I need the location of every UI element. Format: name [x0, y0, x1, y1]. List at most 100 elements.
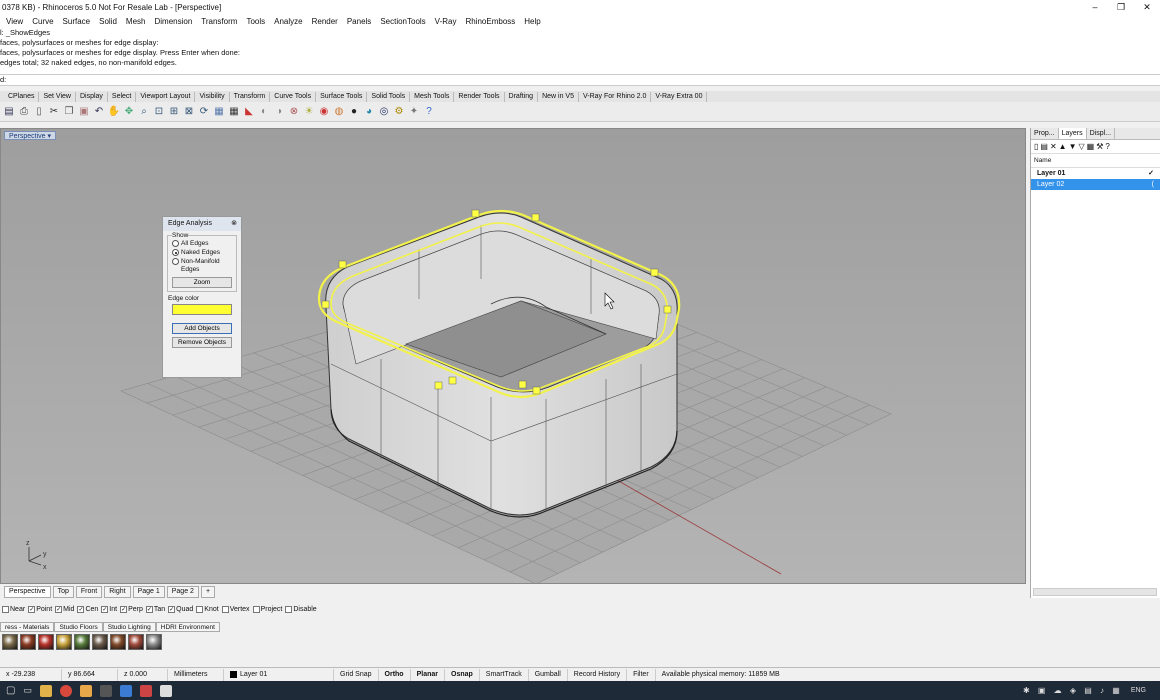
tab-properties[interactable]: Prop... [1031, 128, 1059, 139]
toolbar-tab-surface-tools[interactable]: Surface Tools [316, 91, 368, 102]
material-tab[interactable]: ress - Materials [0, 622, 55, 632]
planar-toggle[interactable]: Planar [411, 668, 445, 681]
tab-display[interactable]: Displ... [1087, 128, 1116, 139]
grid-icon[interactable]: ▦ [227, 105, 241, 119]
new-sublayer-icon[interactable]: ▤ [1040, 142, 1048, 151]
media-icon[interactable] [119, 684, 132, 697]
panel-scrollbar[interactable] [1033, 588, 1157, 596]
file-explorer-icon[interactable] [39, 684, 52, 697]
naked-edges-radio[interactable]: Naked Edges [172, 249, 232, 257]
toolbar-tab-select[interactable]: Select [108, 91, 137, 102]
minimize-button[interactable]: – [1082, 0, 1108, 14]
toolbar-tab-solid-tools[interactable]: Solid Tools [367, 91, 411, 102]
menu-tools[interactable]: Tools [246, 17, 265, 26]
menu-help[interactable]: Help [524, 17, 540, 26]
four-views-icon[interactable]: ▦ [212, 105, 226, 119]
zoom-selected-icon[interactable]: ⊠ [182, 105, 196, 119]
new-layer-icon[interactable]: ▯ [1034, 142, 1038, 151]
toolbar-tab-viewport-layout[interactable]: Viewport Layout [136, 91, 196, 102]
material-swatch[interactable] [146, 634, 162, 650]
osnap-quad[interactable]: ✓ Quad [168, 606, 193, 613]
menu-dimension[interactable]: Dimension [154, 17, 192, 26]
menu-render[interactable]: Render [312, 17, 338, 26]
car-icon[interactable]: ◣ [242, 105, 256, 119]
menu-curve[interactable]: Curve [32, 17, 53, 26]
toolbar-tab-v-ray-extra-00[interactable]: V-Ray Extra 00 [651, 91, 708, 102]
cut-icon[interactable]: ✂ [47, 105, 61, 119]
osnap-checkbox[interactable]: ✓ [145, 606, 153, 613]
viewport-tab-perspective[interactable]: Perspective [4, 586, 51, 598]
tab-layers[interactable]: Layers [1058, 128, 1087, 139]
osnap-checkbox[interactable] [285, 606, 293, 613]
menu-mesh[interactable]: Mesh [126, 17, 146, 26]
toolbar-tab-new-in-v5[interactable]: New in V5 [538, 91, 579, 102]
menu-sectiontools[interactable]: SectionTools [380, 17, 425, 26]
osnap-checkbox[interactable] [2, 606, 9, 613]
menu-solid[interactable]: Solid [99, 17, 117, 26]
viewport-canvas[interactable]: y x z [1, 129, 1026, 584]
viewport-tab-right[interactable]: Right [104, 586, 131, 598]
paste-icon[interactable]: ▣ [77, 105, 91, 119]
save-icon[interactable]: ▤ [2, 105, 16, 119]
osnap-vertex[interactable]: Vertex [221, 606, 250, 613]
material-swatch[interactable] [20, 634, 36, 650]
toolbar-tab-visibility[interactable]: Visibility [195, 91, 230, 102]
wand-icon[interactable]: ✦ [407, 105, 421, 119]
non-manifold-edges-radio[interactable]: Non-Manifold Edges [172, 258, 232, 274]
zoom-icon[interactable]: ⌕ [137, 105, 151, 119]
current-layer[interactable]: Layer 01 [224, 668, 334, 681]
record-history-toggle[interactable]: Record History [568, 668, 628, 681]
zoom-window-icon[interactable]: ⊡ [152, 105, 166, 119]
menu-analyze[interactable]: Analyze [274, 17, 302, 26]
undo-icon[interactable]: ↶ [92, 105, 106, 119]
osnap-near[interactable]: Near [2, 606, 25, 613]
osnap-disable[interactable]: Disable [285, 606, 317, 613]
osnap-project[interactable]: Project [252, 606, 282, 613]
toolbar-tab-mesh-tools[interactable]: Mesh Tools [410, 91, 455, 102]
sphere-icon[interactable]: ● [347, 105, 361, 119]
task-view-icon[interactable]: ▭ [23, 685, 32, 696]
app2-icon[interactable] [139, 684, 152, 697]
start-icon[interactable]: ▢ [6, 685, 15, 696]
viewport-tab-page-2[interactable]: Page 2 [166, 586, 199, 598]
help-icon[interactable]: ? [422, 105, 436, 119]
help-icon[interactable]: ? [1105, 142, 1109, 151]
chrome-icon[interactable] [59, 684, 72, 697]
osnap-perp[interactable]: ✓ Perp [120, 606, 143, 613]
edge-color-swatch[interactable] [172, 304, 232, 315]
show-icon[interactable]: ◑ [272, 105, 286, 119]
osnap-tan[interactable]: ✓ Tan [145, 606, 165, 613]
viewport-tab-front[interactable]: Front [75, 586, 103, 598]
material-tab[interactable]: Studio Lighting [102, 622, 156, 632]
hide-icon[interactable]: ◐ [257, 105, 271, 119]
osnap-int[interactable]: ✓ Int [101, 606, 117, 613]
rotate-view-icon[interactable]: ⟳ [197, 105, 211, 119]
ortho-toggle[interactable]: Ortho [379, 668, 411, 681]
menu-surface[interactable]: Surface [63, 17, 91, 26]
delete-icon[interactable]: ✕ [1050, 142, 1057, 151]
render-icon[interactable]: ◉ [317, 105, 331, 119]
viewport-tab-top[interactable]: Top [52, 586, 74, 598]
lock-icon[interactable]: ⊗ [287, 105, 301, 119]
osnap-checkbox[interactable] [196, 606, 204, 613]
close-button[interactable]: ✕ [1134, 0, 1160, 14]
viewport-tab-page-1[interactable]: Page 1 [132, 586, 165, 598]
copy-icon[interactable]: ❐ [62, 105, 76, 119]
toolbar-tab-display[interactable]: Display [76, 91, 108, 102]
toolbar-tab-v-ray-for-rhino-2-0[interactable]: V-Ray For Rhino 2.0 [579, 91, 652, 102]
material-swatch[interactable] [110, 634, 126, 650]
move-down-icon[interactable]: ▼ [1069, 142, 1077, 151]
material-icon[interactable]: ◍ [332, 105, 346, 119]
material-swatch[interactable] [74, 634, 90, 650]
viewport-title-tab[interactable]: Perspective ▾ [4, 131, 57, 140]
osnap-checkbox[interactable] [252, 606, 260, 613]
menu-panels[interactable]: Panels [347, 17, 371, 26]
app-icon[interactable] [79, 684, 92, 697]
pan-icon[interactable]: ✋ [107, 105, 121, 119]
osnap-checkbox[interactable]: ✓ [168, 606, 176, 613]
toolbar-tab-drafting[interactable]: Drafting [505, 91, 539, 102]
material-swatch[interactable] [128, 634, 144, 650]
menu-rhinoemboss[interactable]: RhinoEmboss [465, 17, 515, 26]
layer-settings-icon[interactable]: ▦ [1087, 142, 1095, 151]
osnap-toggle[interactable]: Osnap [445, 668, 480, 681]
